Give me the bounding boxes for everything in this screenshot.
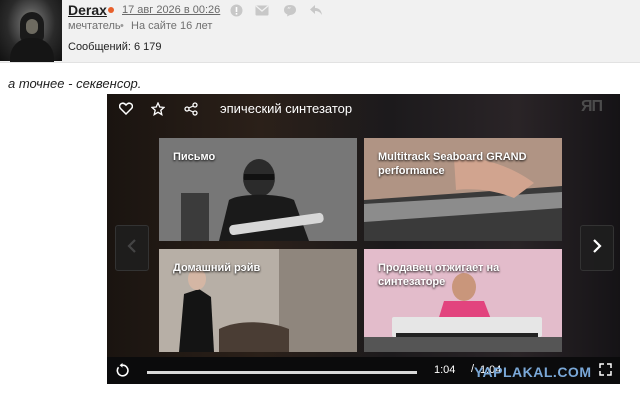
player-top-bar: эпический синтезатор ЯП xyxy=(107,94,620,124)
mail-icon[interactable] xyxy=(255,3,269,17)
time-current: 1:04 xyxy=(434,364,456,376)
progress-bar[interactable] xyxy=(147,371,417,374)
video-player[interactable]: эпический синтезатор ЯП Письмо Multitrac… xyxy=(107,94,620,384)
card-label: Продавец отжигает на синтезаторе xyxy=(378,261,499,289)
card-label: Multitrack Seaboard GRAND performance xyxy=(378,150,527,178)
user-rank: мечтатель xyxy=(68,20,121,32)
share-icon[interactable] xyxy=(184,102,198,116)
related-video-card[interactable]: Домашний рэйв xyxy=(159,249,357,352)
reply-icon[interactable] xyxy=(309,3,323,17)
online-status-dot xyxy=(108,7,114,13)
chevron-right-icon xyxy=(592,238,602,259)
yap-logo: ЯП xyxy=(581,98,603,115)
message-count: Сообщений: 6 179 xyxy=(68,41,162,53)
chevron-left-icon xyxy=(127,238,137,259)
rank-separator: • xyxy=(120,20,124,32)
replay-icon[interactable] xyxy=(115,363,130,383)
star-icon[interactable] xyxy=(150,101,166,116)
related-video-card[interactable]: Письмо xyxy=(159,138,357,241)
site-watermark: YAPLAKAL.COM xyxy=(474,364,592,380)
post-header: Derax 17 авг 2026 в 00:26 ” мечтатель • … xyxy=(0,0,640,63)
on-site-duration: На сайте 16 лет xyxy=(131,20,213,32)
card-label-line: синтезаторе xyxy=(378,276,446,288)
fullscreen-icon[interactable] xyxy=(599,363,612,381)
next-button[interactable] xyxy=(580,225,614,271)
related-video-card[interactable]: Продавец отжигает на синтезаторе xyxy=(364,249,562,352)
card-label: Домашний рэйв xyxy=(173,261,260,275)
card-label: Письмо xyxy=(173,150,215,164)
video-title[interactable]: эпический синтезатор xyxy=(220,101,352,116)
card-label-line: Письмо xyxy=(173,151,216,163)
post-text: а точнее - секвенсор. xyxy=(8,76,142,91)
post-date-link[interactable]: 17 авг 2026 в 00:26 xyxy=(122,4,220,16)
related-video-card[interactable]: Multitrack Seaboard GRAND performance xyxy=(364,138,562,241)
heart-icon[interactable] xyxy=(118,102,134,116)
svg-text:”: ” xyxy=(287,6,291,15)
like-icon[interactable] xyxy=(229,3,243,17)
avatar-face xyxy=(26,19,38,34)
quote-icon[interactable]: ” xyxy=(283,3,297,17)
card-label-line: Продавец отжигает на xyxy=(378,262,500,274)
card-label-line: performance xyxy=(378,165,445,177)
avatar-body xyxy=(10,38,54,62)
card-label-line: Multitrack Seaboard GRAND xyxy=(378,151,527,163)
card-label-line: Домашний рэйв xyxy=(173,262,261,274)
username-link[interactable]: Derax xyxy=(68,2,107,18)
prev-button[interactable] xyxy=(115,225,149,271)
avatar[interactable] xyxy=(0,0,62,62)
